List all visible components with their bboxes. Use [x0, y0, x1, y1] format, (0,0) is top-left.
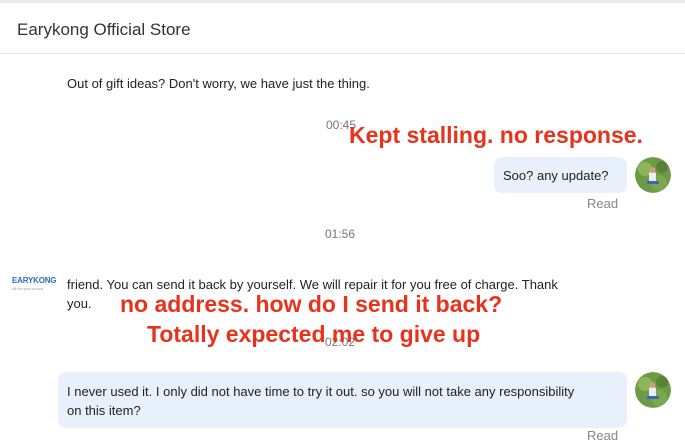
- read-status: Read: [587, 196, 619, 211]
- buyer-message-text: Soo? any update?: [503, 168, 609, 183]
- annotation-no-address: no address. how do I send it back?: [120, 291, 503, 317]
- buyer-message-line1: I never used it. I only did not have tim…: [67, 384, 575, 399]
- user-avatar-icon[interactable]: [635, 157, 671, 193]
- annotation-stalling: Kept stalling. no response.: [349, 122, 643, 148]
- logo-text: EARYKONG: [12, 276, 57, 285]
- seller-message: Out of gift ideas? Don't worry, we have …: [67, 76, 370, 91]
- seller-message-line2: you.: [67, 296, 92, 311]
- buyer-message-line2: on this item?: [67, 403, 141, 418]
- earykong-logo-icon: EARYKONG All for your sound: [9, 273, 57, 295]
- logo-subtext: All for your sound: [12, 286, 44, 291]
- buyer-message-bubble[interactable]: I never used it. I only did not have tim…: [58, 372, 627, 428]
- timestamp: 01:56: [325, 227, 356, 241]
- annotation-give-up: Totally expected me to give up: [147, 321, 481, 347]
- user-avatar-icon[interactable]: [635, 372, 671, 408]
- buyer-message-bubble[interactable]: Soo? any update?: [494, 157, 627, 193]
- store-name-title: Earykong Official Store: [17, 20, 191, 39]
- chat-header: Earykong Official Store: [0, 3, 685, 54]
